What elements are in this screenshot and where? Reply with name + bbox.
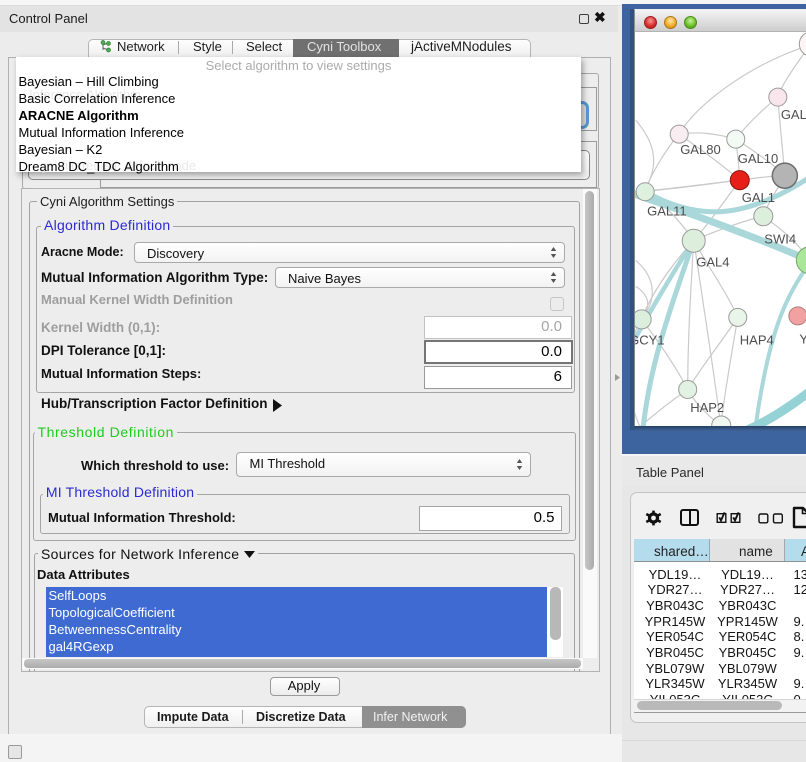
svg-text:GAL80: GAL80 (680, 142, 720, 157)
svg-text:GAL7: GAL7 (780, 107, 806, 122)
svg-text:GAL4: GAL4 (696, 254, 729, 269)
svg-text:GAL1: GAL1 (741, 190, 774, 205)
svg-text:HAP2: HAP2 (690, 400, 724, 415)
svg-text:GAL11: GAL11 (647, 204, 687, 219)
svg-text:GAL10: GAL10 (737, 151, 777, 166)
svg-text:HAP4: HAP4 (739, 332, 773, 347)
svg-text:SWI4: SWI4 (764, 231, 796, 246)
svg-text:YER: YER (799, 331, 806, 346)
svg-text:GCY1: GCY1 (635, 332, 665, 347)
